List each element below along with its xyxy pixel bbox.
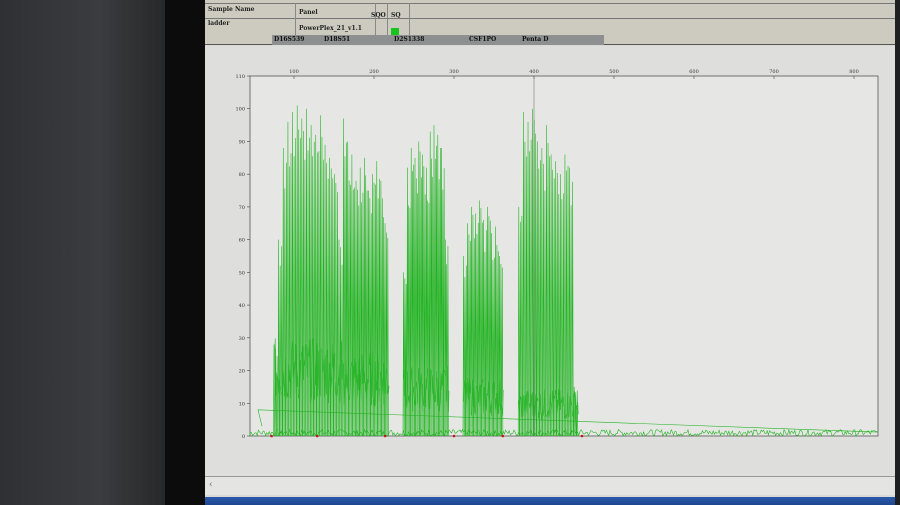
x-tick-label: 200 [369,69,379,75]
horizontal-scrollbar[interactable]: ‹ [205,476,895,495]
marker-d2s1338[interactable]: D2S1338 [394,36,424,43]
y-tick-label: 90 [239,139,245,145]
x-tick-label: 500 [609,69,619,75]
sample-name-cell[interactable]: ladder [208,20,230,27]
col-sq: SQ [391,12,401,19]
marker-csf1po[interactable]: CSF1PO [469,36,496,43]
y-tick-label: 50 [239,270,245,276]
col-panel: Panel [299,9,318,16]
x-tick-label: 600 [689,69,699,75]
allele-marker [501,434,505,438]
electropherogram-panel: 0 10 20 30 40 50 60 70 80 90 100 110 100 200 300 400 500… [205,46,895,476]
y-tick-label: 80 [239,172,245,178]
marker-d16s539[interactable]: D16S539 [274,36,304,43]
allele-marker [452,434,456,438]
marker-d18s51[interactable]: D18S51 [324,36,350,43]
y-tick-label: 60 [239,238,245,244]
x-tick-label: 700 [769,69,779,75]
allele-marker [383,434,387,438]
y-tick-label: 20 [239,369,245,375]
y-tick-label: 40 [239,303,245,309]
x-tick-label: 400 [529,69,539,75]
y-tick-label: 70 [239,205,245,211]
x-tick-label: 300 [449,69,459,75]
col-sqo: SQO [371,12,386,19]
marker-penta-d[interactable]: Penta D [522,36,548,43]
taskbar [205,497,895,505]
electropherogram-chart: 0 10 20 30 40 50 60 70 80 90 100 110 100 200 300 400 500… [235,69,879,440]
marker-bar: D16S539 D18S51 D2S1338 CSF1PO Penta D [272,35,604,45]
panel-cell[interactable]: PowerPlex_21_v1.1 [299,25,362,32]
y-tick-label: 0 [242,434,245,440]
scroll-left-icon[interactable]: ‹ [209,480,213,490]
monitor-bezel [165,0,205,505]
x-tick-label: 800 [849,69,859,75]
screen: Sample Name Panel SQO SQ ladder PowerPle… [205,0,895,497]
y-tick-label: 10 [239,401,245,407]
monitor-bezel-left [0,0,165,505]
allele-marker [270,434,273,438]
y-tick-label: 30 [239,336,245,342]
x-tick-label: 100 [289,69,299,75]
y-tick-label: 100 [235,107,245,113]
allele-marker [580,434,584,438]
allele-marker [315,434,319,438]
y-tick-label: 110 [235,74,245,80]
col-sample-name: Sample Name [208,6,255,13]
